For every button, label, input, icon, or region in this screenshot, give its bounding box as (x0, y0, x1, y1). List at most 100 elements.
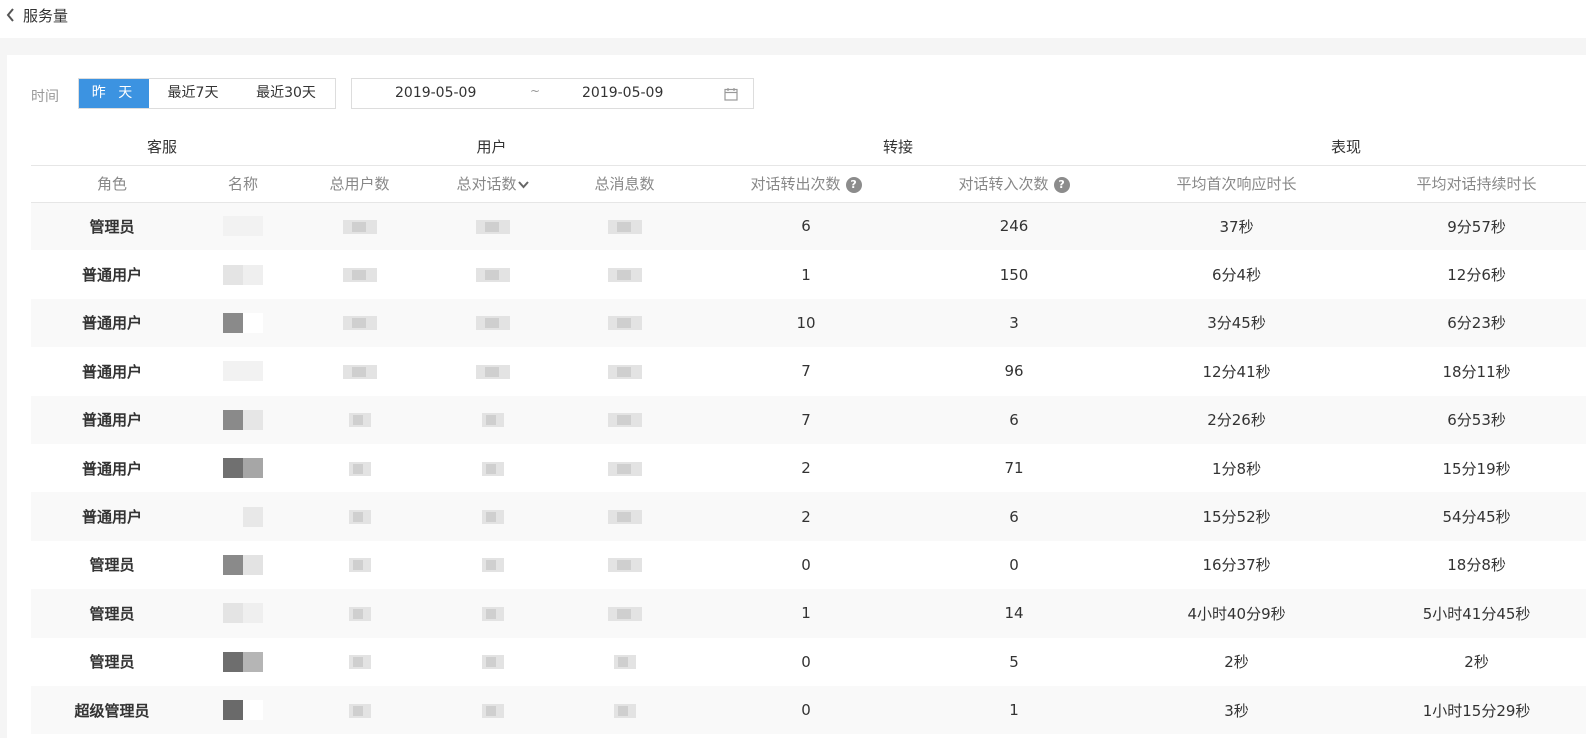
first-response-cell: 37秒 (1106, 202, 1368, 251)
table-row: 普通用户 7 96 12分41秒 18分11秒 (31, 347, 1586, 396)
date-separator: ~ (530, 84, 541, 98)
column-header-total-messages[interactable]: 总消息数 (559, 165, 691, 203)
total-users-cell (293, 589, 427, 638)
table-row: 管理员 0 0 16分37秒 18分8秒 (31, 540, 1586, 590)
role-cell: 管理员 (31, 589, 193, 638)
calendar-icon (724, 88, 738, 101)
redacted-avatar (223, 361, 263, 382)
time-range-group: 昨 天 最近7天 最近30天 (78, 78, 336, 109)
total-messages-cell (559, 347, 691, 396)
total-messages-cell (559, 685, 691, 735)
first-response-cell: 3秒 (1106, 685, 1368, 735)
redacted-avatar (223, 312, 263, 333)
total-users-cell (293, 492, 427, 541)
duration-cell: 6分53秒 (1367, 395, 1586, 444)
role-cell: 普通用户 (31, 298, 193, 348)
redacted-value (342, 364, 377, 379)
transfer-out-cell: 6 (690, 202, 923, 251)
transfer-in-cell: 96 (922, 347, 1107, 396)
total-messages-cell (559, 589, 691, 638)
column-label: 对话转入次数 (958, 175, 1049, 193)
redacted-value (481, 606, 504, 621)
total-conversations-cell (426, 637, 560, 686)
duration-cell: 1小时15分29秒 (1367, 685, 1586, 735)
duration-cell: 6分23秒 (1367, 298, 1586, 348)
transfer-in-cell: 1 (922, 685, 1107, 735)
total-users-cell (293, 540, 427, 590)
total-users-cell (293, 685, 427, 735)
total-conversations-cell (426, 443, 560, 493)
total-messages-cell (559, 637, 691, 686)
question-circle-icon[interactable]: ? (845, 177, 862, 193)
name-cell (193, 395, 294, 444)
range-yesterday-button[interactable]: 昨 天 (79, 79, 149, 108)
redacted-value (607, 413, 642, 428)
redacted-value (475, 219, 510, 234)
duration-cell: 5小时41分45秒 (1367, 589, 1586, 638)
chevron-left-icon (6, 8, 14, 22)
question-circle-icon[interactable]: ? (1053, 177, 1070, 193)
date-range-picker[interactable]: 2019-05-09 ~ 2019-05-09 (351, 78, 754, 109)
column-header-duration[interactable]: 平均对话持续时长 (1367, 165, 1586, 203)
table-row: 普通用户 10 3 3分45秒 6分23秒 (31, 298, 1586, 348)
transfer-out-cell: 0 (690, 685, 923, 735)
range-30days-button[interactable]: 最近30天 (237, 79, 335, 108)
transfer-in-cell: 6 (922, 395, 1107, 444)
role-cell: 普通用户 (31, 395, 193, 444)
redacted-value (481, 655, 504, 670)
total-conversations-cell (426, 250, 560, 299)
table-row: 普通用户 2 6 15分52秒 54分45秒 (31, 492, 1586, 541)
first-response-cell: 2秒 (1106, 637, 1368, 686)
column-header-transfer-out[interactable]: 对话转出次数? (690, 165, 923, 203)
column-header-total-conversations[interactable]: 总对话数 (426, 165, 560, 203)
redacted-avatar (223, 409, 263, 430)
group-header-transfer: 转接 (690, 128, 1107, 166)
redacted-value (607, 461, 642, 476)
duration-cell: 18分11秒 (1367, 347, 1586, 396)
table-row: 普通用户 7 6 2分26秒 6分53秒 (31, 395, 1586, 444)
column-label: 平均对话持续时长 (1416, 175, 1537, 193)
total-conversations-cell (426, 347, 560, 396)
back-button[interactable]: 服务量 (6, 5, 68, 25)
total-conversations-cell (426, 492, 560, 541)
first-response-cell: 2分26秒 (1106, 395, 1368, 444)
transfer-out-cell: 0 (690, 637, 923, 686)
column-label: 名称 (228, 175, 259, 193)
table-row: 普通用户 1 150 6分4秒 12分6秒 (31, 250, 1586, 299)
total-users-cell (293, 298, 427, 348)
transfer-out-cell: 0 (690, 540, 923, 590)
total-conversations-cell (426, 589, 560, 638)
total-users-cell (293, 250, 427, 299)
table-row: 普通用户 2 71 1分8秒 15分19秒 (31, 443, 1586, 493)
redacted-value (481, 413, 504, 428)
name-cell (193, 443, 294, 493)
transfer-out-cell: 7 (690, 395, 923, 444)
redacted-value (342, 316, 377, 331)
transfer-in-cell: 246 (922, 202, 1107, 251)
content-panel: 时间 昨 天 最近7天 最近30天 2019-05-09 ~ 2019-05-0… (7, 55, 1586, 738)
redacted-value (348, 606, 371, 621)
column-header-transfer-in[interactable]: 对话转入次数? (922, 165, 1107, 203)
column-header-first-response[interactable]: 平均首次响应时长 (1106, 165, 1368, 203)
column-label: 角色 (96, 175, 127, 193)
redacted-avatar (223, 216, 263, 237)
transfer-out-cell: 2 (690, 492, 923, 541)
name-cell (193, 589, 294, 638)
total-users-cell (293, 443, 427, 493)
range-7days-button[interactable]: 最近7天 (149, 79, 237, 108)
first-response-cell: 15分52秒 (1106, 492, 1368, 541)
duration-cell: 18分8秒 (1367, 540, 1586, 590)
group-header-agent: 客服 (31, 128, 294, 166)
name-cell (193, 637, 294, 686)
redacted-value (348, 413, 371, 428)
total-messages-cell (559, 492, 691, 541)
transfer-in-cell: 71 (922, 443, 1107, 493)
transfer-out-cell: 1 (690, 250, 923, 299)
table-row: 超级管理员 0 1 3秒 1小时15分29秒 (31, 685, 1586, 735)
role-cell: 普通用户 (31, 443, 193, 493)
column-label: 总用户数 (329, 175, 390, 193)
column-header-total-users[interactable]: 总用户数 (293, 165, 427, 203)
redacted-value (348, 558, 371, 573)
total-messages-cell (559, 250, 691, 299)
redacted-value (481, 703, 504, 718)
